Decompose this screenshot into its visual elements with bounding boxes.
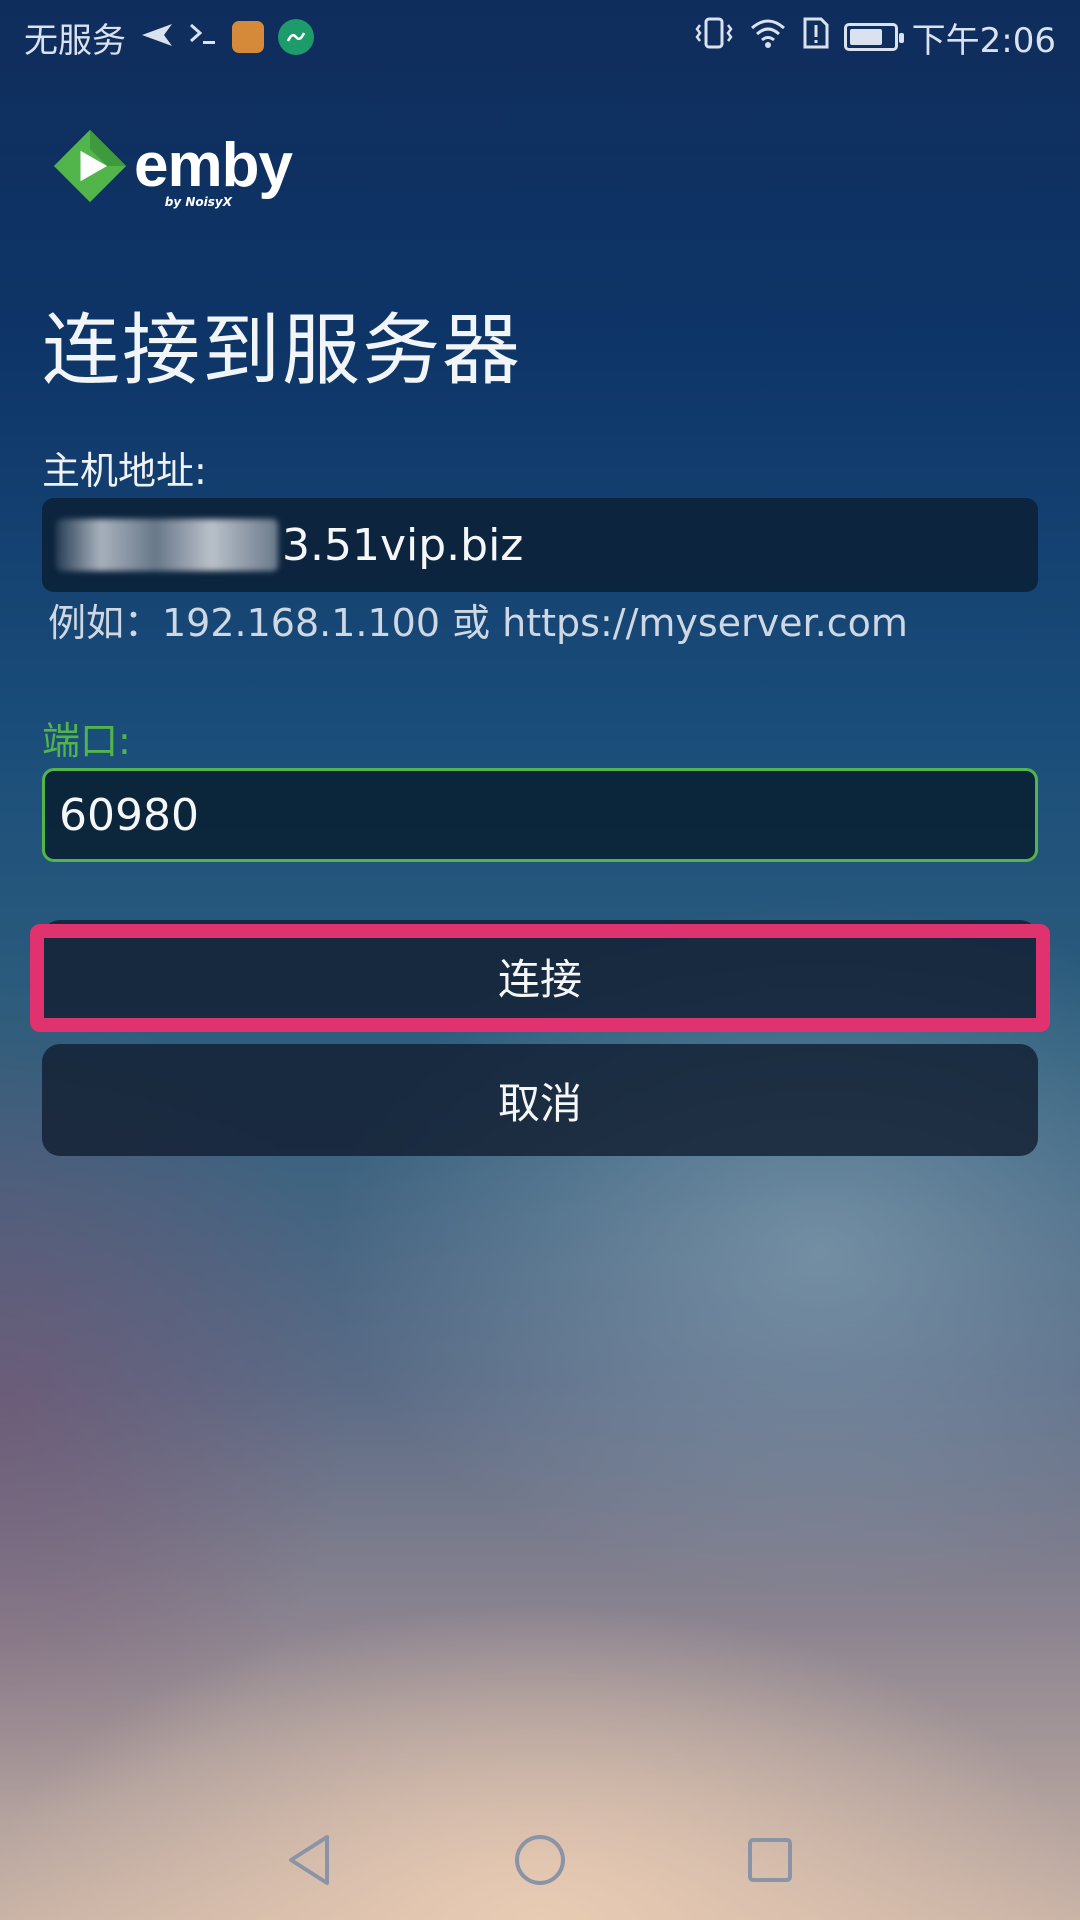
status-bar: 无服务 下午2:06 [0, 0, 1080, 74]
sim-alert-icon [802, 16, 830, 59]
page-title: 连接到服务器 [42, 306, 523, 396]
port-input-value: 60980 [59, 789, 199, 841]
port-input[interactable]: 60980 [42, 768, 1038, 862]
logo-wordmark: emby [134, 131, 293, 200]
emby-logo: emby by NoisyX [52, 126, 293, 209]
port-label: 端口: [42, 719, 131, 763]
carrier-label: 无服务 [24, 20, 126, 61]
status-right: 下午2:06 [694, 13, 1056, 62]
host-input-value: 3.51vip.biz [282, 519, 524, 571]
terminal-icon [188, 20, 218, 55]
clock: 下午2:06 [911, 20, 1056, 61]
host-input[interactable]: 3.51vip.biz [42, 498, 1038, 592]
logo-byline: by NoisyX [164, 195, 232, 209]
nav-bar [0, 1800, 1080, 1920]
home-icon[interactable] [510, 1830, 570, 1890]
connect-button-label: 连接 [497, 954, 582, 1004]
cancel-button-label: 取消 [497, 1078, 582, 1128]
host-label: 主机地址: [42, 449, 207, 493]
emby-logo-mark-icon [53, 129, 127, 203]
cancel-button[interactable]: 取消 [42, 1044, 1038, 1156]
status-left: 无服务 [24, 13, 314, 62]
redacted-mask [56, 519, 278, 571]
send-icon [140, 17, 174, 57]
app-icon-2 [278, 19, 314, 55]
back-icon[interactable] [280, 1830, 340, 1890]
vibrate-icon [694, 16, 734, 59]
recents-icon[interactable] [740, 1830, 800, 1890]
battery-icon [843, 23, 904, 51]
connect-button[interactable]: 连接 [42, 920, 1038, 1032]
app-icon [232, 21, 264, 53]
host-hint: 例如：192.168.1.100 或 https://myserver.com [48, 601, 908, 645]
wifi-icon [748, 16, 788, 59]
